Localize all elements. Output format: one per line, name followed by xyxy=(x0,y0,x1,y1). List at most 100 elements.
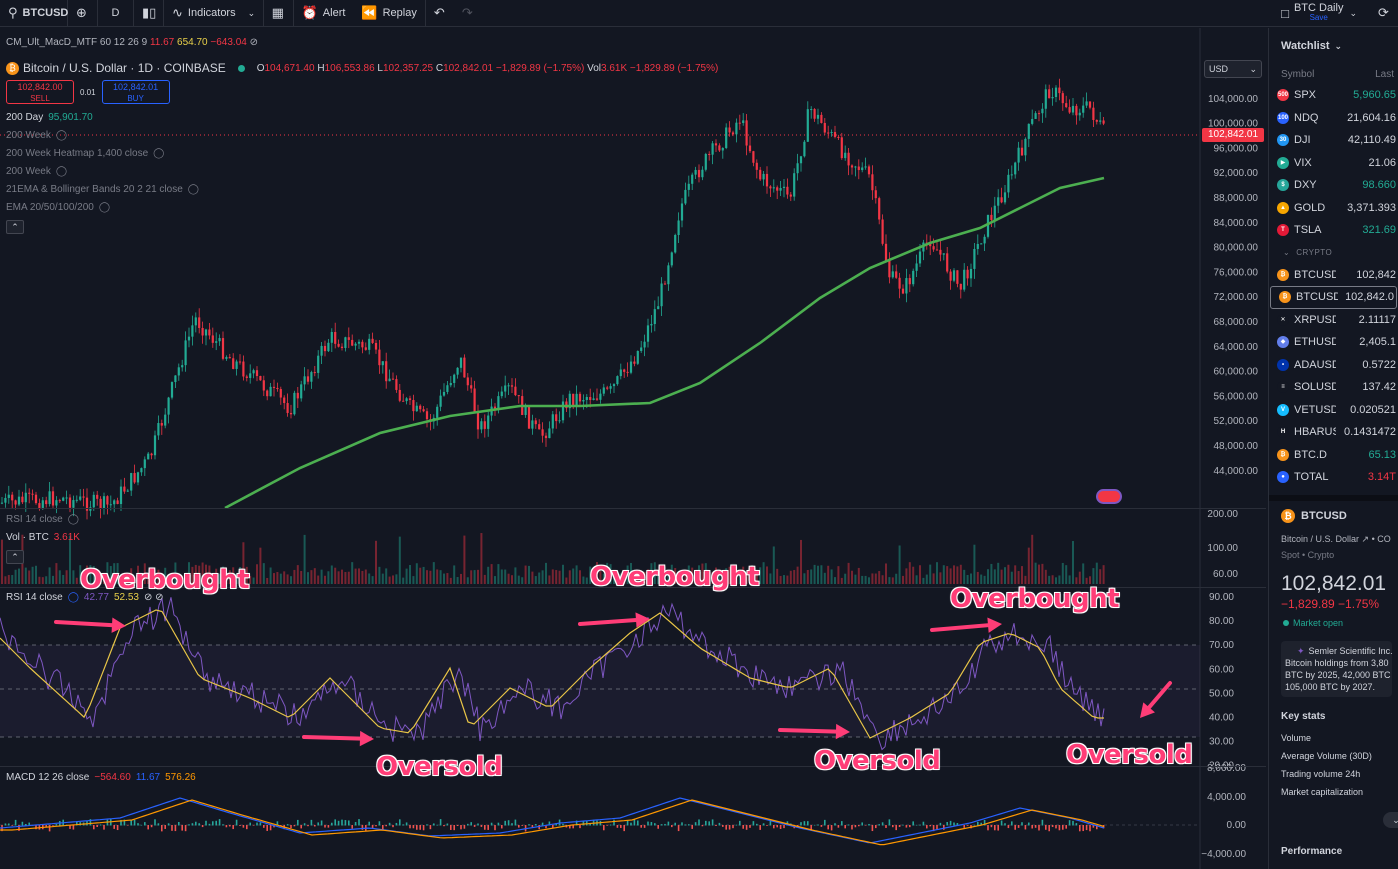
macd-histogram-bar xyxy=(681,822,683,826)
macd-histogram-bar xyxy=(460,825,462,830)
chart-type-button[interactable]: ▮▯ xyxy=(134,0,164,27)
watchlist-row[interactable]: ▶ VIX 21.06 xyxy=(1269,152,1398,175)
watchlist-row[interactable]: ₿ BTC.D 65.13 xyxy=(1269,444,1398,467)
quick-search-button[interactable]: ⟳ xyxy=(1370,0,1398,27)
compare-button[interactable]: ⊕ xyxy=(68,0,98,27)
macd-histogram-bar xyxy=(688,824,690,826)
eye-hidden-icon[interactable]: ◯ xyxy=(56,166,67,177)
candle-body xyxy=(1007,174,1010,193)
watchlist-section-crypto[interactable]: ⌄ CRYPTO xyxy=(1269,242,1398,264)
indicator-legend-volume[interactable]: Vol · BTC 3.61K xyxy=(6,532,80,543)
watchlist-row[interactable]: 500 SPX 5,960.65 xyxy=(1269,84,1398,107)
undo-button[interactable]: ↶ xyxy=(426,0,454,27)
watchlist-row[interactable]: ≡ SOLUSD 137.42 xyxy=(1269,376,1398,399)
eye-hidden-icon[interactable]: ◯ xyxy=(153,148,164,159)
top-toolbar: ⚲ BTCUSD ⊕ D ▮▯ ∿ Indicators ⌄ ▦ ⏰ Alert… xyxy=(0,0,1398,27)
sell-button[interactable]: 102,842.00 SELL xyxy=(6,80,74,104)
indicator-legend-macd[interactable]: MACD 12 26 close −564.60 11.67 576.26 xyxy=(6,772,196,783)
eye-hidden-icon[interactable]: ◯ xyxy=(56,130,67,141)
column-last[interactable]: Last xyxy=(1375,69,1394,80)
interval-button[interactable]: D xyxy=(98,0,134,27)
replay-button[interactable]: ⏪ Replay xyxy=(353,0,426,27)
indicator-legend-ma200[interactable]: 200 Day 95,901.70 xyxy=(6,112,93,123)
chevron-down-icon: ⌄ xyxy=(1249,64,1257,74)
events-flag-icon[interactable] xyxy=(1096,489,1122,504)
macd-histogram-bar xyxy=(252,825,255,826)
candle-body xyxy=(915,263,918,271)
indicator-name: Vol · BTC xyxy=(6,532,49,543)
price-axis-label: 68,000.00 xyxy=(1214,317,1259,328)
indicator-legend-200week[interactable]: 200 Week ◯ xyxy=(6,130,67,141)
watchlist-row[interactable]: ✕ XRPUSD 2.11117 xyxy=(1269,309,1398,332)
eye-hidden-icon[interactable]: ◯ xyxy=(99,202,110,213)
symbol-search-button[interactable]: ⚲ BTCUSD xyxy=(0,0,68,27)
indicator-legend-ema[interactable]: EMA 20/50/100/200 ◯ xyxy=(6,202,110,213)
candle-body xyxy=(888,260,891,278)
indicators-icon: ∿ xyxy=(172,5,183,20)
candle-body xyxy=(616,376,619,385)
macd-mtf-legend[interactable]: CM_Ult_MacD_MTF 60 12 26 9 11.67 654.70 … xyxy=(6,37,258,48)
indicators-button[interactable]: ∿ Indicators xyxy=(164,0,244,27)
external-link-icon[interactable]: ↗ xyxy=(1362,534,1370,544)
candle-body xyxy=(1054,87,1058,97)
search-icon: ⚲ xyxy=(8,5,18,20)
details-name[interactable]: Bitcoin / U.S. Dollar xyxy=(1281,534,1359,544)
collapse-legend-button[interactable]: ⌃ xyxy=(6,220,24,234)
layouts-button[interactable]: ▦ xyxy=(264,0,294,27)
indicator-legend-200week-2[interactable]: 200 Week ◯ xyxy=(6,166,67,177)
watchlist-row[interactable]: $ DXY 98.660 xyxy=(1269,174,1398,197)
alert-button[interactable]: ⏰ Alert xyxy=(294,0,354,27)
indicator-templates-button[interactable]: ⌄ xyxy=(244,0,264,27)
currency-select[interactable]: USD ⌄ xyxy=(1204,60,1262,78)
macd-histogram-bar xyxy=(198,823,200,826)
macd-histogram-bar xyxy=(586,820,588,826)
chart-area[interactable]: 108,000.00104,000.00100,000.0096,000.009… xyxy=(0,28,1266,869)
chevron-down-icon: ⌄ xyxy=(247,7,256,18)
watchlist-row[interactable]: ▲ GOLD 3,371.393 xyxy=(1269,197,1398,220)
expand-stats-button[interactable]: ⌄ xyxy=(1383,812,1398,828)
candle-body xyxy=(272,386,276,388)
indicator-legend-heatmap[interactable]: 200 Week Heatmap 1,400 close ◯ xyxy=(6,148,164,159)
watchlist-row[interactable]: • ADAUSD 0.5722 xyxy=(1269,354,1398,377)
watchlist-row[interactable]: ● TOTAL 3.14T xyxy=(1269,466,1398,489)
watchlist-row[interactable]: 100 NDQ 21,604.16 xyxy=(1269,107,1398,130)
watchlist-row[interactable]: ₿ BTCUSD 102,842.0 xyxy=(1270,286,1397,309)
volume-bar xyxy=(371,576,374,584)
macd-histogram-bar xyxy=(728,825,731,830)
price-axis-label: 92,000.00 xyxy=(1214,168,1259,179)
macd-histogram-bar xyxy=(871,825,874,832)
indicator-legend-bollinger[interactable]: 21EMA & Bollinger Bands 20 2 21 close ◯ xyxy=(6,184,199,195)
details-header[interactable]: ₿ BTCUSD xyxy=(1269,501,1398,531)
watchlist-row[interactable]: V VETUSD 0.020521 xyxy=(1269,399,1398,422)
candle-body xyxy=(303,376,306,385)
news-card[interactable]: ✦ Semler Scientific Inc. a Bitcoin holdin… xyxy=(1281,640,1392,697)
eye-hidden-icon[interactable]: ◯ xyxy=(188,184,199,195)
price-axis-label: 48,000.00 xyxy=(1214,441,1259,452)
watchlist-row[interactable]: H HBARUSD 0.1431472 xyxy=(1269,421,1398,444)
volume-bar xyxy=(582,576,585,584)
macd-mtf-label: CM_Ult_MacD_MTF 60 12 26 9 xyxy=(6,37,148,48)
watchlist-row[interactable]: T TSLA 321.69 xyxy=(1269,219,1398,242)
pane-separator[interactable] xyxy=(0,508,1266,509)
redo-button[interactable]: ↷ xyxy=(454,0,482,27)
column-symbol[interactable]: Symbol xyxy=(1281,69,1314,80)
watchlist-row[interactable]: 30 DJI 42,110.49 xyxy=(1269,129,1398,152)
indicator-legend-rsi-hidden[interactable]: RSI 14 close ◯ xyxy=(6,514,79,525)
macd-histogram-bar xyxy=(477,823,479,826)
watchlist-row[interactable]: ₿ BTCUSD 102,842 xyxy=(1269,264,1398,287)
main-series-legend[interactable]: ₿ Bitcoin / U.S. Dollar · 1D · COINBASE … xyxy=(6,61,718,75)
collapse-legend-button[interactable]: ⌃ xyxy=(6,550,24,564)
macd-histogram-bar xyxy=(966,825,969,826)
watchlist-symbol: TSLA xyxy=(1294,224,1322,237)
watchlist-row[interactable]: ◆ ETHUSD 2,405.1 xyxy=(1269,331,1398,354)
watchlist-header[interactable]: Watchlist ⌄ xyxy=(1269,28,1398,64)
volume-bar xyxy=(990,563,993,584)
eye-hidden-icon[interactable]: ◯ xyxy=(68,514,79,525)
candle-body xyxy=(691,174,694,184)
candle-body xyxy=(830,132,833,134)
buy-button[interactable]: 102,842.01 BUY xyxy=(101,80,170,104)
candle-body xyxy=(34,494,38,504)
volume-bar xyxy=(35,565,37,584)
volume-bar xyxy=(392,575,394,584)
layout-menu-button[interactable]: □ BTC Daily Save ⌄ xyxy=(1273,0,1370,27)
